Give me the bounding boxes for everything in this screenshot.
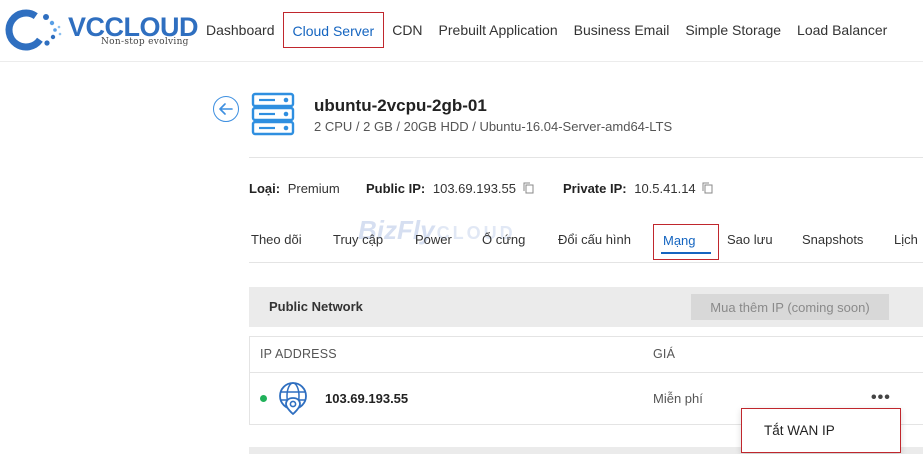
server-icon xyxy=(251,92,295,136)
brand-tagline: Non-stop evolving xyxy=(101,37,189,47)
tab-mang-label: Mạng xyxy=(663,233,696,248)
copy-icon[interactable] xyxy=(523,182,534,194)
globe-location-icon xyxy=(279,382,307,415)
server-spec: 2 CPU / 2 GB / 20GB HDD / Ubuntu-16.04-S… xyxy=(314,119,673,134)
logo-mark-icon xyxy=(5,9,62,51)
arrow-left-icon xyxy=(219,103,233,115)
server-type-info: Loại: Premium xyxy=(249,181,340,196)
server-tabs: Theo dõi Truy cập Power Ổ cứng Đổi cấu h… xyxy=(249,224,923,260)
server-type-label: Loại: xyxy=(249,181,281,196)
more-options-icon[interactable]: ••• xyxy=(871,389,891,407)
public-ip-label: Public IP: xyxy=(366,181,426,196)
private-ip-info: Private IP: 10.5.41.14 xyxy=(563,181,713,196)
ip-address-value: 103.69.193.55 xyxy=(325,391,409,406)
public-ip-info: Public IP: 103.69.193.55 xyxy=(366,181,534,196)
nav-item-dashboard[interactable]: Dashboard xyxy=(198,12,283,48)
nav-item-load-balancer[interactable]: Load Balancer xyxy=(789,12,895,48)
nav-item-prebuilt-application[interactable]: Prebuilt Application xyxy=(431,12,566,48)
header-divider xyxy=(249,157,923,158)
vccloud-logo[interactable]: VCCLOUD Non-stop evolving xyxy=(4,8,199,54)
server-name: ubuntu-2vcpu-2gb-01 xyxy=(314,96,487,115)
tab-sao-luu[interactable]: Sao lưu xyxy=(727,224,773,260)
status-dot-active xyxy=(260,395,267,402)
buy-ip-button[interactable]: Mua thêm IP (coming soon) xyxy=(691,294,889,320)
back-button[interactable] xyxy=(213,96,239,122)
tab-power[interactable]: Power xyxy=(415,224,452,260)
private-ip-label: Private IP: xyxy=(563,181,627,196)
row-action-dropdown: Tắt WAN IP xyxy=(741,408,901,453)
public-network-header: Public Network Mua thêm IP (coming soon) xyxy=(249,287,923,327)
panel-title: Public Network xyxy=(269,299,363,314)
nav-item-business-email[interactable]: Business Email xyxy=(566,12,678,48)
nav-item-cdn[interactable]: CDN xyxy=(384,12,430,48)
top-navigation-bar: VCCLOUD Non-stop evolving Dashboard Clou… xyxy=(0,0,923,62)
price-value: Miễn phí xyxy=(653,391,703,406)
table-header-divider xyxy=(250,372,923,373)
tab-doi-cau-hinh[interactable]: Đổi cấu hình xyxy=(558,224,631,260)
column-header-price: GIÁ xyxy=(653,347,676,361)
active-tab-indicator xyxy=(661,252,711,254)
main-nav: Dashboard Cloud Server CDN Prebuilt Appl… xyxy=(198,12,895,48)
private-ip-value: 10.5.41.14 xyxy=(634,181,696,196)
tab-theo-doi[interactable]: Theo dõi xyxy=(251,224,302,260)
tab-mang[interactable]: Mạng xyxy=(653,224,719,260)
copy-icon[interactable] xyxy=(702,182,713,194)
menu-item-disable-wan-ip[interactable]: Tắt WAN IP xyxy=(764,423,835,438)
tab-snapshots[interactable]: Snapshots xyxy=(802,224,863,260)
nav-item-simple-storage[interactable]: Simple Storage xyxy=(677,12,789,48)
server-type-value: Premium xyxy=(287,181,340,196)
tab-truy-cap[interactable]: Truy cập xyxy=(333,224,383,260)
tabs-divider xyxy=(249,262,923,263)
public-ip-value: 103.69.193.55 xyxy=(432,181,516,196)
column-header-ip-address: IP ADDRESS xyxy=(260,347,337,361)
tab-o-cung[interactable]: Ổ cứng xyxy=(482,224,525,260)
nav-item-cloud-server[interactable]: Cloud Server xyxy=(282,12,385,48)
tab-lich[interactable]: Lịch xyxy=(894,224,918,260)
